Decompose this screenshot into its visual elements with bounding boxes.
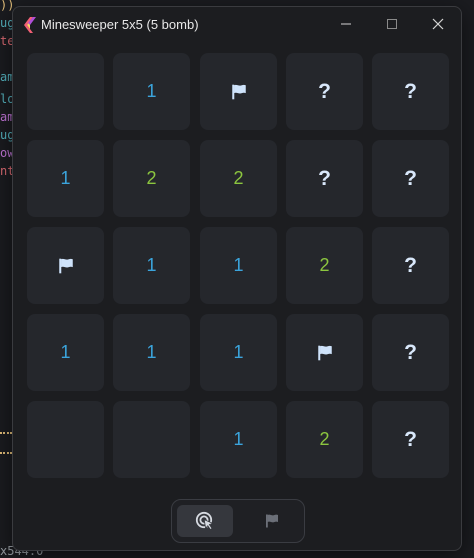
title-bar[interactable]: Minesweeper 5x5 (5 bomb) [13,7,461,43]
cell-unknown: ? [404,166,417,190]
dotted-guide [0,452,12,454]
board-cell-r1-c1[interactable] [27,53,104,130]
board-cell-r2-c1[interactable]: 1 [27,140,104,217]
cell-number: 1 [233,429,244,449]
flag-icon [58,258,73,273]
board-cell-r5-c5[interactable]: ? [372,401,449,478]
board-cell-r4-c1[interactable]: 1 [27,314,104,391]
board-cell-r4-c3[interactable]: 1 [200,314,277,391]
cell-number: 1 [233,342,244,362]
dotted-guide [0,432,12,434]
reveal-mode-button[interactable] [177,505,233,537]
cell-unknown: ? [404,340,417,364]
app-logo-icon [24,17,36,33]
cell-number: 1 [60,342,71,362]
maximize-icon [387,19,397,29]
board-cell-r3-c4[interactable]: 2 [286,227,363,304]
tap-icon [195,511,214,531]
board-cell-r1-c2[interactable]: 1 [113,53,190,130]
cell-number: 1 [146,342,157,362]
cell-unknown: ? [404,427,417,451]
board-cell-r4-c5[interactable]: ? [372,314,449,391]
minesweeper-window: Minesweeper 5x5 (5 bomb) 1?? 1 2 2?? 1 1 2? 1 1 1… [12,6,462,551]
board-cell-r4-c4[interactable] [286,314,363,391]
board-cell-r3-c1[interactable] [27,227,104,304]
board-cell-r2-c5[interactable]: ? [372,140,449,217]
flag-icon [266,514,278,528]
board-cell-r2-c2[interactable]: 2 [113,140,190,217]
cell-number: 2 [146,168,157,188]
window-title: Minesweeper 5x5 (5 bomb) [41,17,199,32]
mode-toggle [171,499,305,543]
flag-icon [317,345,332,360]
close-icon [432,18,444,30]
board-cell-r5-c4[interactable]: 2 [286,401,363,478]
board-cell-r5-c2[interactable] [113,401,190,478]
board-cell-r1-c4[interactable]: ? [286,53,363,130]
board-cell-r1-c5[interactable]: ? [372,53,449,130]
cell-number: 2 [233,168,244,188]
cell-number: 1 [60,168,71,188]
board-cell-r3-c3[interactable]: 1 [200,227,277,304]
cell-number: 2 [319,255,330,275]
cell-number: 1 [146,255,157,275]
cell-number: 2 [319,429,330,449]
minimize-button[interactable] [323,7,369,41]
flag-icon [231,84,246,99]
maximize-button[interactable] [369,7,415,41]
cell-unknown: ? [318,79,331,103]
minimize-icon [341,23,351,25]
board-cell-r1-c3[interactable] [200,53,277,130]
cell-unknown: ? [318,166,331,190]
board-cell-r3-c2[interactable]: 1 [113,227,190,304]
board-cell-r4-c2[interactable]: 1 [113,314,190,391]
board-cell-r5-c1[interactable] [27,401,104,478]
board-cell-r5-c3[interactable]: 1 [200,401,277,478]
board-cell-r2-c3[interactable]: 2 [200,140,277,217]
flag-mode-button[interactable] [244,505,300,537]
cell-number: 1 [233,255,244,275]
close-button[interactable] [415,7,461,41]
cell-unknown: ? [404,79,417,103]
board-cell-r2-c4[interactable]: ? [286,140,363,217]
board-cell-r3-c5[interactable]: ? [372,227,449,304]
cell-unknown: ? [404,253,417,277]
cell-number: 1 [146,81,157,101]
